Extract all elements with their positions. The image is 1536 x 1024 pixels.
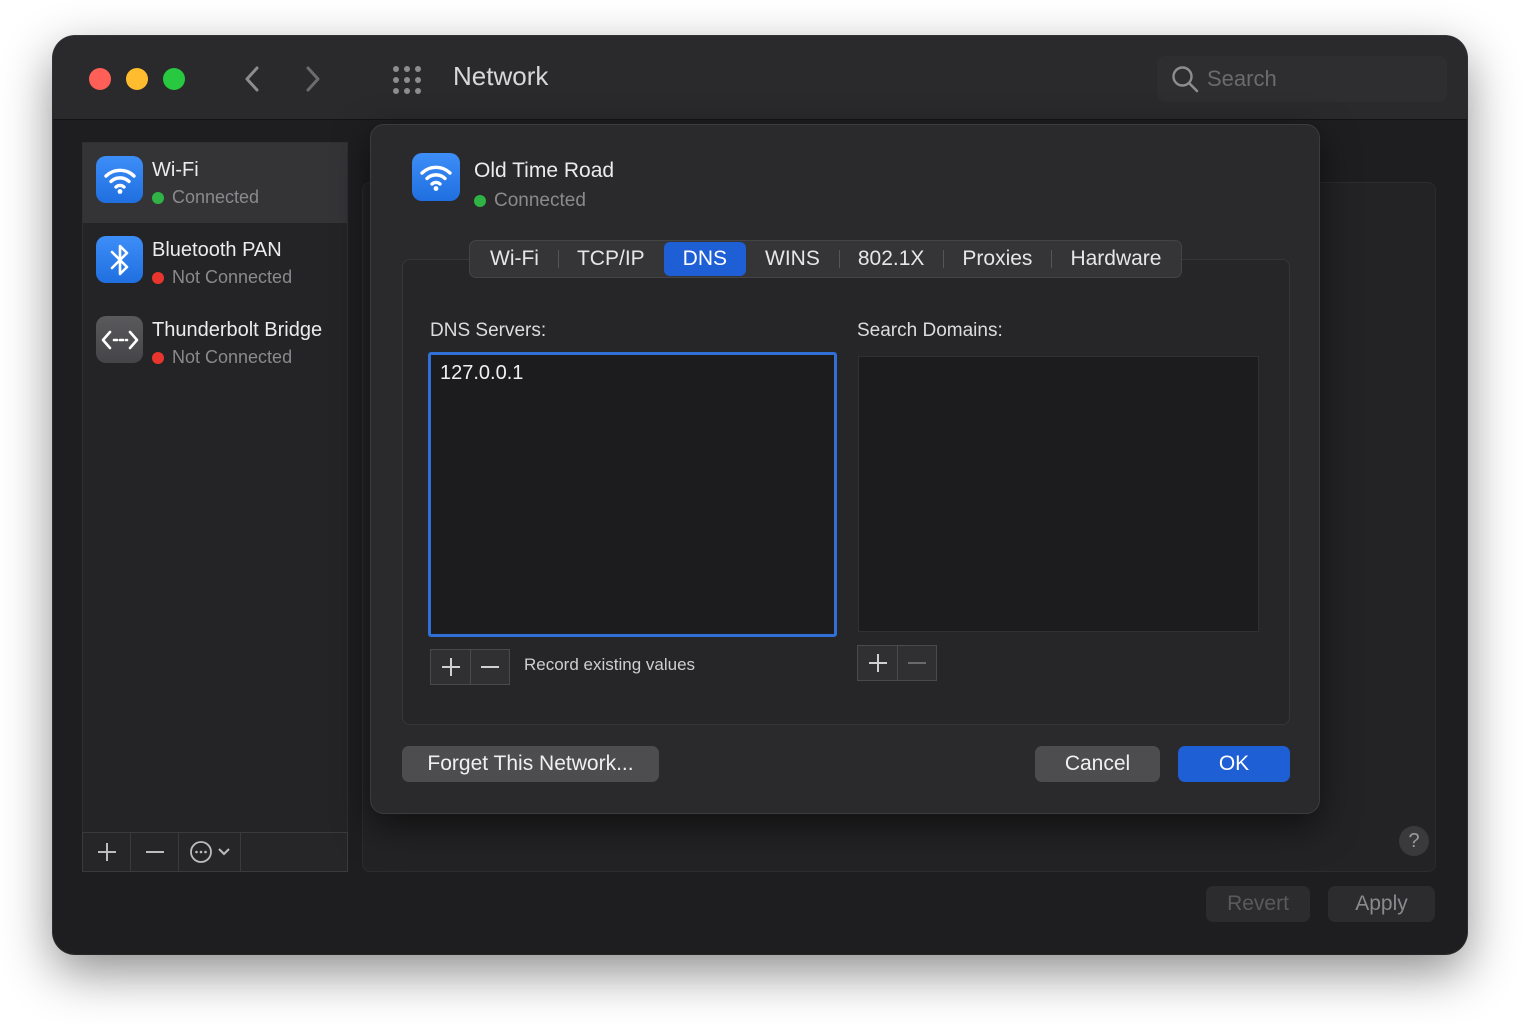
search-domains-label: Search Domains:: [857, 320, 1003, 341]
search-input[interactable]: [1207, 64, 1427, 94]
minimize-window-button[interactable]: [126, 68, 148, 90]
title-bar: Network: [53, 36, 1467, 120]
dns-servers-add-remove: [430, 649, 510, 685]
record-existing-values-label: Record existing values: [524, 655, 696, 674]
add-service-button[interactable]: [83, 833, 131, 871]
tab-hardware[interactable]: Hardware: [1051, 242, 1180, 276]
tab-802-1x[interactable]: 802.1X: [838, 242, 944, 276]
status-dot-green: [152, 192, 164, 204]
remove-dns-server-button[interactable]: [470, 650, 509, 684]
forget-network-button[interactable]: Forget This Network...: [402, 746, 659, 782]
dns-servers-list[interactable]: 127.0.0.1: [428, 352, 837, 637]
service-name: Wi-Fi: [152, 159, 199, 181]
status-dot-red: [152, 352, 164, 364]
service-item-thunderbolt-bridge[interactable]: Thunderbolt Bridge Not Connected: [83, 303, 347, 383]
revert-button[interactable]: Revert: [1206, 886, 1310, 922]
minus-icon: [908, 662, 926, 664]
tab-tcp-ip[interactable]: TCP/IP: [557, 242, 664, 276]
window-title: Network: [453, 61, 549, 91]
minus-icon: [481, 666, 499, 668]
service-list: Wi-Fi Connected Bluetooth PAN Not Connec…: [82, 142, 348, 872]
remove-service-button[interactable]: [131, 833, 179, 871]
settings-tabs: Wi-Fi TCP/IP DNS WINS 802.1X Proxies Har…: [469, 240, 1183, 278]
thunderbolt-bridge-icon: [96, 316, 143, 363]
close-window-button[interactable]: [89, 68, 111, 90]
wifi-icon: [412, 153, 460, 201]
network-settings-sheet: Old Time Road Connected Wi-Fi TCP/IP DNS…: [370, 124, 1320, 814]
add-search-domain-button[interactable]: [858, 646, 897, 680]
service-status: Not Connected: [152, 347, 292, 368]
tab-dns[interactable]: DNS: [663, 242, 747, 276]
search-icon: [1172, 66, 1199, 93]
status-dot-red: [152, 272, 164, 284]
wifi-icon: [96, 156, 143, 203]
service-status: Connected: [152, 187, 259, 208]
network-window: Network Wi-Fi Connected: [53, 36, 1467, 954]
plus-icon: [97, 843, 116, 861]
service-actions-menu[interactable]: [179, 833, 241, 871]
network-status: Connected: [474, 190, 586, 212]
dns-servers-label: DNS Servers:: [430, 320, 547, 341]
status-dot-green: [474, 195, 486, 207]
bluetooth-icon: [96, 236, 143, 283]
plus-icon: [868, 654, 887, 672]
apply-button[interactable]: Apply: [1328, 886, 1435, 922]
chevron-right-icon: [306, 66, 320, 92]
service-name: Thunderbolt Bridge: [152, 319, 323, 341]
show-all-grid-icon[interactable]: [391, 64, 423, 96]
service-name: Bluetooth PAN: [152, 239, 282, 261]
help-button[interactable]: ?: [1399, 826, 1429, 856]
search-field[interactable]: [1157, 56, 1447, 102]
service-list-toolbar: [82, 832, 348, 872]
dns-server-entry[interactable]: 127.0.0.1: [440, 362, 523, 385]
search-domains-add-remove: [857, 645, 937, 681]
remove-search-domain-button[interactable]: [897, 646, 936, 680]
ellipsis-circle-icon: [189, 841, 212, 863]
forward-button[interactable]: [298, 62, 328, 96]
network-name: Old Time Road: [474, 159, 615, 182]
search-domains-list[interactable]: [858, 356, 1259, 632]
ok-button[interactable]: OK: [1178, 746, 1290, 782]
minus-icon: [145, 851, 164, 853]
tab-proxies[interactable]: Proxies: [943, 242, 1051, 276]
back-button[interactable]: [237, 62, 267, 96]
service-item-bluetooth-pan[interactable]: Bluetooth PAN Not Connected: [83, 223, 347, 303]
zoom-window-button[interactable]: [163, 68, 185, 90]
tab-wifi[interactable]: Wi-Fi: [471, 242, 558, 276]
service-item-wifi[interactable]: Wi-Fi Connected: [83, 143, 347, 223]
add-dns-server-button[interactable]: [431, 650, 470, 684]
service-status: Not Connected: [152, 267, 292, 288]
tab-wins[interactable]: WINS: [746, 242, 839, 276]
cancel-button[interactable]: Cancel: [1035, 746, 1160, 782]
chevron-left-icon: [245, 66, 259, 92]
plus-icon: [441, 658, 460, 676]
chevron-down-icon: [217, 848, 230, 856]
